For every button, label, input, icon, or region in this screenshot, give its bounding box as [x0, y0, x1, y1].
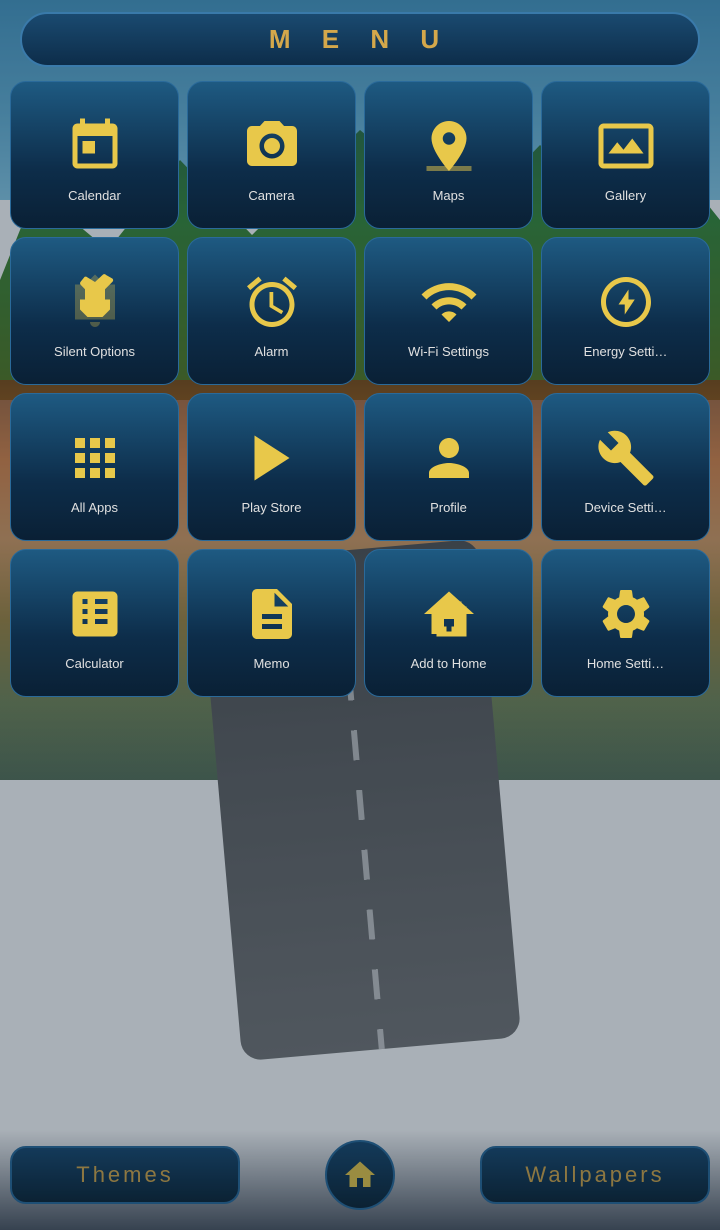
- app-item-camera[interactable]: Camera: [187, 81, 356, 229]
- maps-icon: [415, 112, 483, 180]
- calendar-label: Calendar: [68, 188, 121, 203]
- menu-title: M E N U: [269, 24, 451, 54]
- app-item-profile[interactable]: Profile: [364, 393, 533, 541]
- play-store-icon: [238, 424, 306, 492]
- memo-icon: [238, 580, 306, 648]
- play-store-label: Play Store: [242, 500, 302, 515]
- alarm-icon: [238, 268, 306, 336]
- silent-options-icon: [61, 268, 129, 336]
- home-settings-icon: [592, 580, 660, 648]
- profile-icon: [415, 424, 483, 492]
- device-settings-icon: [592, 424, 660, 492]
- gallery-icon: [592, 112, 660, 180]
- wifi-settings-label: Wi-Fi Settings: [408, 344, 489, 359]
- add-to-home-icon: [415, 580, 483, 648]
- app-item-wifi-settings[interactable]: Wi-Fi Settings: [364, 237, 533, 385]
- main-content: M E N U Calendar Camera Maps Gallery Silent …: [0, 0, 720, 1230]
- app-item-play-store[interactable]: Play Store: [187, 393, 356, 541]
- app-item-home-settings[interactable]: Home Setti…: [541, 549, 710, 697]
- app-item-calculator[interactable]: Calculator: [10, 549, 179, 697]
- gallery-label: Gallery: [605, 188, 646, 203]
- add-to-home-label: Add to Home: [411, 656, 487, 671]
- device-settings-label: Device Setti…: [584, 500, 666, 515]
- app-item-memo[interactable]: Memo: [187, 549, 356, 697]
- all-apps-label: All Apps: [71, 500, 118, 515]
- menu-header: M E N U: [20, 12, 700, 67]
- app-item-device-settings[interactable]: Device Setti…: [541, 393, 710, 541]
- camera-label: Camera: [248, 188, 294, 203]
- app-item-add-to-home[interactable]: Add to Home: [364, 549, 533, 697]
- app-item-gallery[interactable]: Gallery: [541, 81, 710, 229]
- app-item-alarm[interactable]: Alarm: [187, 237, 356, 385]
- app-item-maps[interactable]: Maps: [364, 81, 533, 229]
- energy-settings-label: Energy Setti…: [584, 344, 668, 359]
- app-item-silent-options[interactable]: Silent Options: [10, 237, 179, 385]
- maps-label: Maps: [433, 188, 465, 203]
- memo-label: Memo: [253, 656, 289, 671]
- app-item-calendar[interactable]: Calendar: [10, 81, 179, 229]
- energy-settings-icon: [592, 268, 660, 336]
- apps-grid: Calendar Camera Maps Gallery Silent Options A…: [10, 81, 710, 697]
- app-item-energy-settings[interactable]: Energy Setti…: [541, 237, 710, 385]
- all-apps-icon: [61, 424, 129, 492]
- profile-label: Profile: [430, 500, 467, 515]
- wifi-settings-icon: [415, 268, 483, 336]
- calendar-icon: [61, 112, 129, 180]
- silent-options-label: Silent Options: [54, 344, 135, 359]
- home-settings-label: Home Setti…: [587, 656, 664, 671]
- calculator-label: Calculator: [65, 656, 124, 671]
- calculator-icon: [61, 580, 129, 648]
- alarm-label: Alarm: [255, 344, 289, 359]
- app-item-all-apps[interactable]: All Apps: [10, 393, 179, 541]
- camera-icon: [238, 112, 306, 180]
